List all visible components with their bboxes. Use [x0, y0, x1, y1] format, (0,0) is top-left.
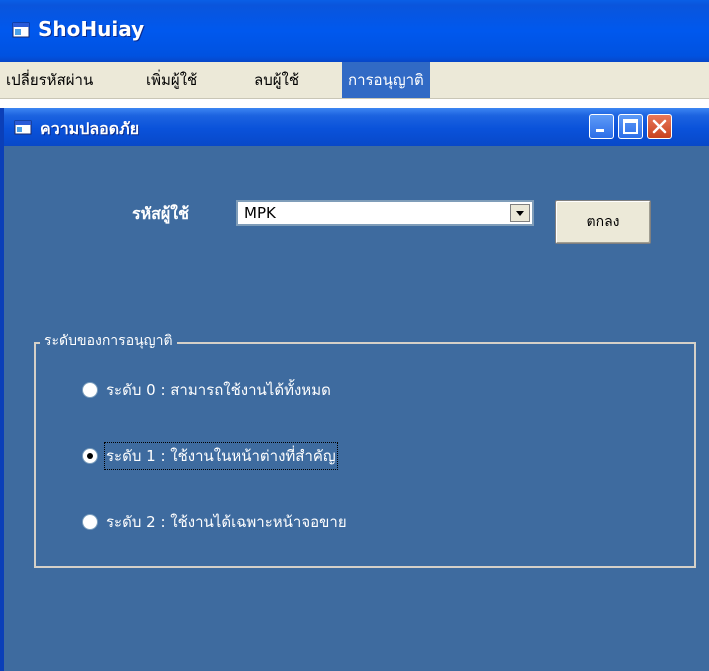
permission-level-1-radio[interactable]	[82, 448, 98, 464]
dropdown-button[interactable]	[510, 204, 530, 222]
menu-item-change-password[interactable]: เปลี่ยรหัสผ่าน	[0, 62, 99, 98]
minimize-button[interactable]	[589, 114, 614, 139]
permission-level-1-label: ระดับ 1 : ใช้งานในหน้าต่างที่สำคัญ	[104, 442, 338, 470]
maximize-button[interactable]	[618, 114, 643, 139]
minimize-icon	[596, 129, 604, 132]
app-title: ShoHuiay	[38, 17, 145, 41]
menu-item-add-user[interactable]: เพิ่มผู้ใช้	[140, 62, 203, 98]
security-window: ความปลอดภัย รหัสผู้ใช้ MPK ตกลง ระดับของ…	[0, 108, 709, 671]
dropdown-arrow-icon	[516, 211, 524, 216]
permission-level-2-radio[interactable]	[82, 514, 98, 530]
close-button[interactable]	[647, 114, 672, 139]
menu-bar: เปลี่ยรหัสผ่าน เพิ่มผู้ใช้ ลบผู้ใช้ การอ…	[0, 62, 709, 99]
user-id-combobox[interactable]: MPK	[236, 200, 534, 226]
close-icon	[652, 119, 667, 134]
permission-level-1-option[interactable]: ระดับ 1 : ใช้งานในหน้าต่างที่สำคัญ	[82, 442, 338, 470]
permission-level-2-option[interactable]: ระดับ 2 : ใช้งานได้เฉพาะหน้าจอขาย	[82, 510, 347, 534]
user-id-label: รหัสผู้ใช้	[132, 204, 189, 223]
security-window-client: รหัสผู้ใช้ MPK ตกลง ระดับของการอนุญาติ ร…	[4, 146, 709, 671]
user-id-value: MPK	[244, 204, 276, 222]
menu-item-delete-user[interactable]: ลบผู้ใช้	[248, 62, 305, 98]
menu-item-permission[interactable]: การอนุญาติ	[342, 62, 430, 98]
security-window-title-bar[interactable]: ความปลอดภัย	[4, 108, 709, 146]
permission-level-0-label: ระดับ 0 : สามารถใช้งานได้ทั้งหมด	[106, 381, 331, 399]
permission-level-2-label: ระดับ 2 : ใช้งานได้เฉพาะหน้าจอขาย	[106, 513, 347, 531]
app-title-bar[interactable]: ShoHuiay	[0, 0, 709, 62]
app-window-icon	[12, 22, 30, 38]
permission-level-0-radio[interactable]	[82, 382, 98, 398]
window-title: ความปลอดภัย	[40, 119, 140, 138]
ok-button[interactable]: ตกลง	[555, 200, 651, 244]
window-icon	[14, 120, 32, 135]
permission-level-label: ระดับของการอนุญาติ	[40, 330, 177, 352]
permission-level-0-option[interactable]: ระดับ 0 : สามารถใช้งานได้ทั้งหมด	[82, 378, 331, 402]
maximize-icon	[623, 119, 638, 134]
